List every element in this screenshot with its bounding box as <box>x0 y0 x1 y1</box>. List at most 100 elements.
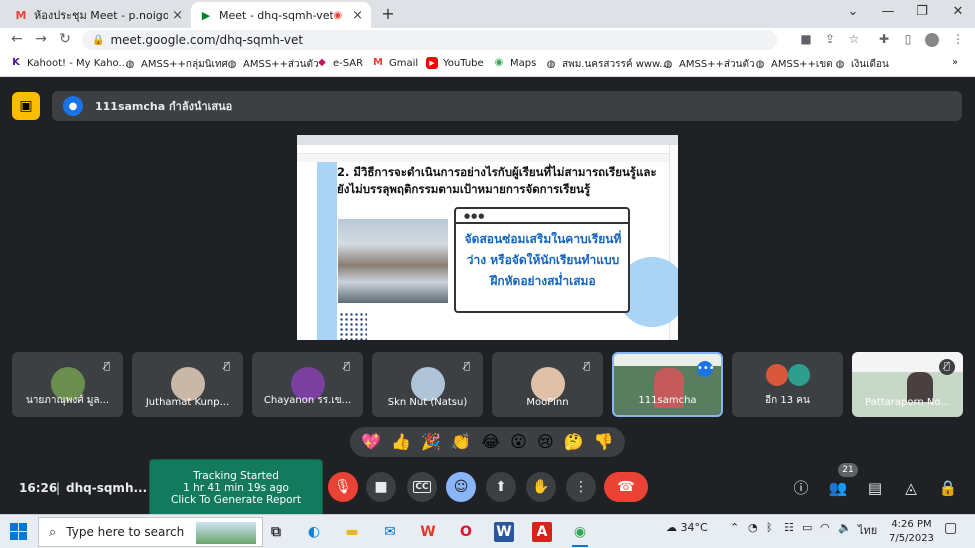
thinking-reaction[interactable]: 🤔 <box>564 432 584 452</box>
bookmark-amss-nithet[interactable]: ◍ AMSS++กลุ่มนิเทศ <box>124 57 228 72</box>
weather-widget[interactable]: ☁ 34°C <box>666 521 708 534</box>
mail-icon[interactable]: ✉ <box>380 522 400 542</box>
sparkling-heart-reaction[interactable]: 💖 <box>361 432 381 452</box>
participant-tile[interactable]: 🎙̸ Chayanon รร.เข... <box>252 352 363 417</box>
bookmark-amss-personal-2[interactable]: ◍ AMSS++ส่วนตัว <box>662 57 755 72</box>
party-reaction[interactable]: 🎉 <box>421 432 441 452</box>
sad-reaction[interactable]: 😢 <box>537 432 554 452</box>
surprised-reaction[interactable]: 😮 <box>510 432 527 452</box>
forward-icon[interactable]: → <box>32 31 50 47</box>
participant-tile[interactable]: 🎙̸ นายภาณุพงศ์ มูล... <box>12 352 123 417</box>
restore-icon[interactable]: ❐ <box>912 4 932 19</box>
card-text: จัดสอนซ่อมเสริมในคาบเรียนที่ว่าง หรือจัด… <box>464 232 622 288</box>
slide-content: 2. มีวิธีการจะดำเนินการอย่างไรกับผู้เรีย… <box>317 162 678 340</box>
taskbar-clock[interactable]: 4:26 PM 7/5/2023 <box>889 518 934 546</box>
activities-icon[interactable]: ◬ <box>901 478 921 498</box>
more-bookmarks-icon[interactable]: » <box>952 57 958 68</box>
search-highlight-image <box>196 522 256 544</box>
word-icon[interactable]: W <box>494 522 514 542</box>
wps-office-icon[interactable]: W <box>418 522 438 542</box>
mic-toggle-button[interactable]: 🎙 <box>328 472 358 502</box>
raise-hand-button[interactable]: ✋ <box>526 472 556 502</box>
opera-icon[interactable]: O <box>456 522 476 542</box>
bookmark-kahoot[interactable]: K Kahoot! - My Kaho... <box>10 57 128 69</box>
bookmark-salary[interactable]: ◍ เงินเดือน <box>834 57 889 72</box>
bookmark-label: Maps <box>510 57 537 69</box>
people-icon[interactable]: 👥 <box>828 478 848 498</box>
host-controls-icon[interactable]: 🔒 <box>938 478 958 498</box>
file-explorer-icon[interactable]: ▬ <box>342 522 362 542</box>
tab-search-icon[interactable]: ⌄ <box>843 4 863 19</box>
windows-start-icon[interactable] <box>10 523 27 540</box>
reactions-button[interactable]: ☺ <box>446 472 476 502</box>
tracking-line-2: 1 hr 41 min 19s ago <box>183 482 289 494</box>
thumbs-down-reaction[interactable]: 👎 <box>594 432 614 452</box>
extensions-icon[interactable]: ✚ <box>876 32 892 46</box>
video-camera-icon: ■ <box>374 479 388 495</box>
stop-presenting-icon[interactable]: ▣ <box>12 92 40 120</box>
task-view-icon[interactable]: ⧉ <box>266 522 286 542</box>
acrobat-icon[interactable]: A <box>532 522 552 542</box>
bookmark-maps[interactable]: ◉ Maps <box>493 57 537 69</box>
present-button[interactable]: ⬆ <box>486 472 516 502</box>
taskbar-search[interactable]: ⌕ Type here to search <box>38 517 263 547</box>
bookmark-nakhonsawan[interactable]: ◍ สพม.นครสวรรค์ www.... <box>545 57 672 72</box>
profile-avatar[interactable] <box>925 33 939 47</box>
participant-tile[interactable]: 🎙̸ Juthamat Kunp... <box>132 352 243 417</box>
camera-toggle-button[interactable]: ■ <box>366 472 396 502</box>
bookmark-amss-personal[interactable]: ◍ AMSS++ส่วนตัว <box>226 57 319 72</box>
bookmark-youtube[interactable]: ▶ YouTube <box>426 57 484 69</box>
participant-tile[interactable]: 🎙̸ MooPinn <box>492 352 603 417</box>
bookmark-label: AMSS++กลุ่มนิเทศ <box>141 59 228 70</box>
captions-button[interactable]: CC <box>407 472 437 502</box>
notifications-icon[interactable]: ▢ <box>944 520 957 536</box>
share-icon[interactable]: ⇪ <box>822 32 838 46</box>
leave-call-button[interactable]: ☎ <box>604 472 648 502</box>
card-divider <box>456 222 628 224</box>
menu-icon[interactable]: ⋮ <box>950 32 966 46</box>
new-tab-icon[interactable]: + <box>378 4 398 23</box>
camera-icon[interactable]: ■ <box>798 32 814 46</box>
tray-app-icon[interactable]: ◔ <box>748 521 758 534</box>
tracking-report-button[interactable]: Tracking Started 1 hr 41 min 19s ago Cli… <box>149 459 323 517</box>
bookmark-esar[interactable]: ◆ e-SAR <box>316 57 363 69</box>
battery-icon[interactable]: ▭ <box>802 521 812 534</box>
close-icon[interactable]: × <box>172 8 183 23</box>
tab-gmail[interactable]: M ห้องประชุม Meet - p.noigor@gmai × <box>6 2 191 28</box>
input-language[interactable]: ไทย <box>858 521 877 539</box>
chrome-icon[interactable]: ◉ <box>570 522 590 547</box>
meeting-info-icon[interactable]: ⓘ <box>791 478 811 498</box>
chat-icon[interactable]: ▤ <box>865 478 885 498</box>
reload-icon[interactable]: ↻ <box>56 31 74 47</box>
laugh-reaction[interactable]: 😂 <box>481 432 500 452</box>
more-options-button[interactable]: ⋮ <box>566 472 596 502</box>
close-icon[interactable]: × <box>352 8 363 23</box>
globe-icon: ◍ <box>835 58 845 70</box>
participant-tile-active[interactable]: ••• 111samcha <box>612 352 723 417</box>
bookmark-star-icon[interactable]: ☆ <box>846 32 862 46</box>
edge-icon[interactable]: ◐ <box>304 522 324 542</box>
bookmark-gmail[interactable]: M Gmail <box>372 57 418 69</box>
volume-icon[interactable]: 🔈 <box>838 521 852 534</box>
bluetooth-icon[interactable]: ᛒ <box>766 521 773 534</box>
thumbs-up-reaction[interactable]: 👍 <box>391 432 411 452</box>
network-icon[interactable]: ☷ <box>784 521 794 534</box>
participant-tile-more[interactable]: อีก 13 คน <box>732 352 843 417</box>
back-icon[interactable]: ← <box>8 31 26 47</box>
participant-tile[interactable]: 🎙̸ Skn Nut (Natsu) <box>372 352 483 417</box>
url-field[interactable]: 🔒 meet.google.com/dhq-sqmh-vet <box>82 30 777 50</box>
close-window-icon[interactable]: ✕ <box>948 4 968 19</box>
avatar <box>766 364 788 386</box>
bookmark-amss-khet[interactable]: ◍ AMSS++เขต <box>754 57 833 72</box>
sidepanel-icon[interactable]: ▯ <box>900 32 916 46</box>
bookmark-label: YouTube <box>443 57 484 69</box>
end-call-icon: ☎ <box>617 479 635 495</box>
participant-tile[interactable]: 🎙̸ Pattaraporn No... <box>852 352 963 417</box>
participant-count-badge: 21 <box>838 463 858 477</box>
minimize-icon[interactable]: — <box>878 4 898 19</box>
wifi-icon[interactable]: ◠ <box>820 521 830 534</box>
bookmark-label: Gmail <box>389 57 419 69</box>
tab-meet[interactable]: ▶ Meet - dhq-sqmh-vet ◉ × <box>191 2 371 28</box>
tray-chevron-icon[interactable]: ⌃ <box>730 521 739 534</box>
clap-reaction[interactable]: 👏 <box>451 432 471 452</box>
